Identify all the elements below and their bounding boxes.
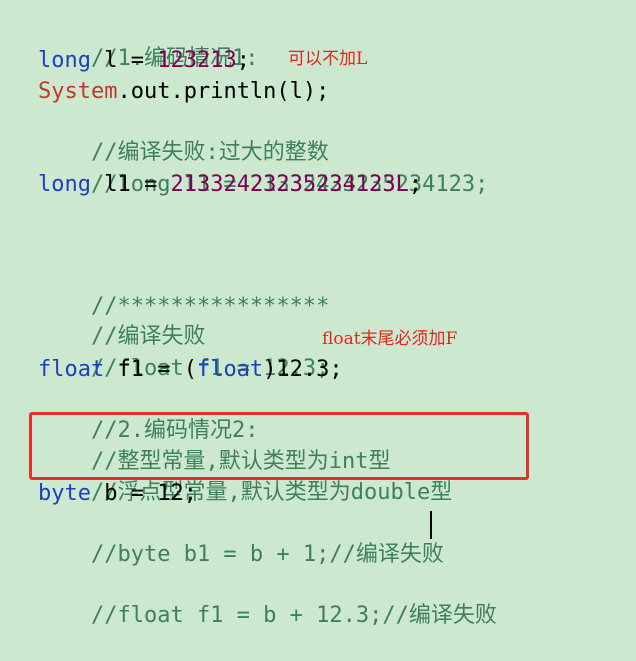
code-line-2: long l = 123213; xyxy=(38,46,250,76)
code-line-10: //float f1 = 12.3; xyxy=(38,324,329,381)
code-line-8: //**************** xyxy=(38,262,329,319)
annotation-note-2: float末尾必须加F xyxy=(322,329,458,349)
code-text: .out.println(l); xyxy=(117,79,330,104)
code-text: ; xyxy=(408,172,423,197)
code-line-14: //浮点型常量,默认类型为double型 xyxy=(38,448,452,505)
code-line-6: long l1 = 21332423235234123L; xyxy=(38,170,422,200)
code-line-11: float f1 = (float)12.3; xyxy=(38,355,343,385)
code-text: )12.3; xyxy=(263,357,343,382)
number-literal: 123213 xyxy=(157,48,237,73)
code-line-15: byte b = 12; xyxy=(38,479,197,509)
code-text: ; xyxy=(236,48,250,73)
code-editor[interactable]: //1.编码情况1: long l = 123213; 可以不加L System… xyxy=(0,0,636,628)
keyword: float xyxy=(196,357,264,382)
code-text: b = 12; xyxy=(90,481,197,506)
annotation-note-1: 可以不加L xyxy=(288,49,368,69)
class-name: System xyxy=(38,79,118,104)
comment: //byte b1 = b + 1;//编译失败 xyxy=(90,542,444,567)
code-text: l1 = xyxy=(90,172,171,197)
number-literal: 21332423235234123L xyxy=(170,172,409,197)
text-cursor xyxy=(430,511,432,539)
code-line-9: //编译失败 xyxy=(38,292,206,349)
keyword: float xyxy=(38,357,105,382)
code-line-16: //byte b1 = b + 1;//编译失败 xyxy=(38,510,444,567)
code-text: f1 = ( xyxy=(104,357,197,382)
code-line-5: //long l1 = 21332423235234123; xyxy=(38,140,488,197)
keyword: byte xyxy=(38,481,91,506)
code-line-13: //整型常量,默认类型为int型 xyxy=(38,417,390,474)
keyword: long xyxy=(38,48,91,73)
comment: //float f1 = b + 12.3;//编译失败 xyxy=(90,603,497,628)
code-line-3: System.out.println(l); xyxy=(38,77,329,107)
code-line-1: //1.编码情况1: xyxy=(38,14,258,71)
code-line-4: //编译失败:过大的整数 xyxy=(38,108,329,165)
code-text: l = xyxy=(90,48,158,73)
code-line-18: //float f1 = b + 12.3;//编译失败 xyxy=(38,571,497,628)
keyword: long xyxy=(38,172,91,197)
